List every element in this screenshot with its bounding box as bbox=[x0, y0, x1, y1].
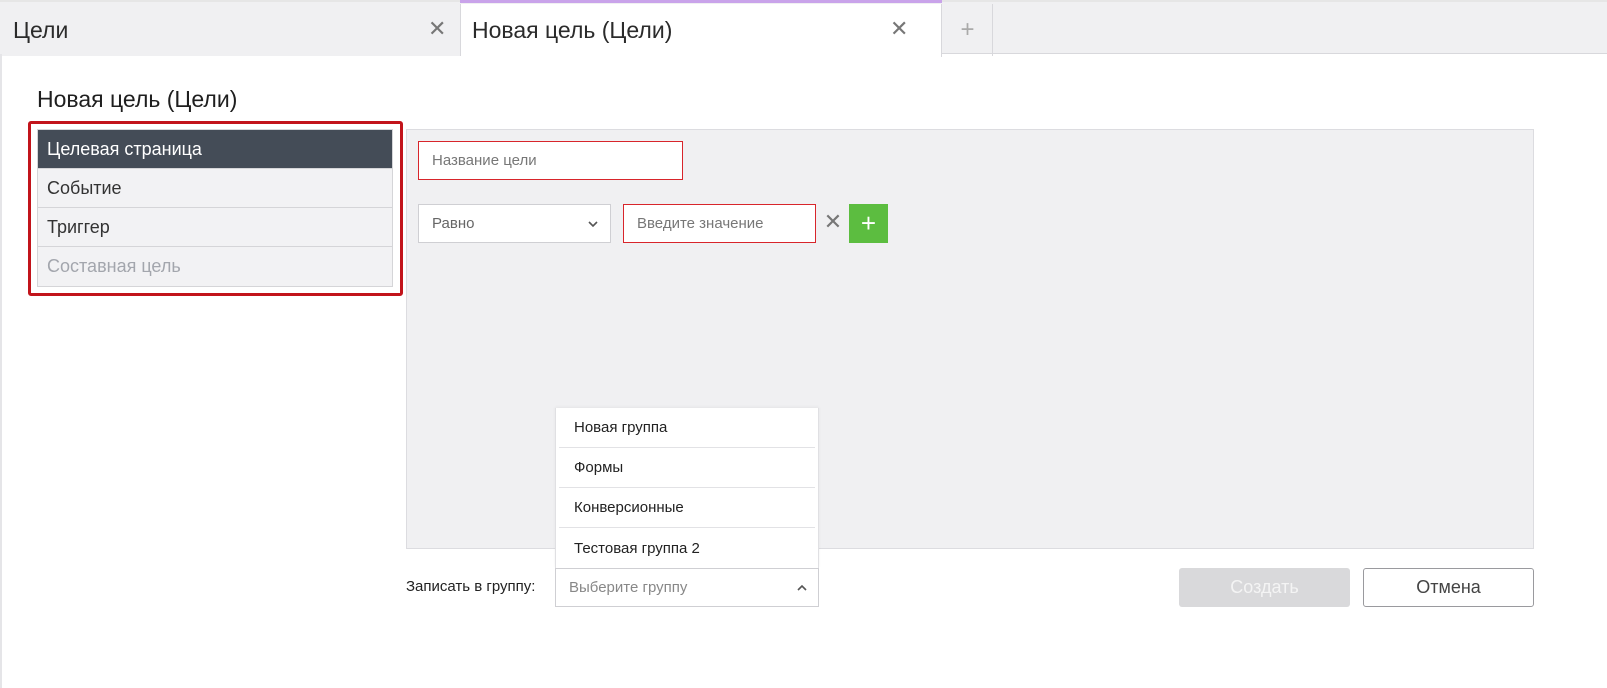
goal-type-list: Целевая страница Событие Триггер Составн… bbox=[37, 129, 393, 287]
condition-select[interactable]: Равно bbox=[418, 204, 611, 243]
group-label: Записать в группу: bbox=[406, 578, 536, 595]
value-input[interactable]: Введите значение bbox=[623, 204, 816, 243]
create-button[interactable]: Создать bbox=[1179, 568, 1350, 607]
divider bbox=[0, 54, 2, 688]
group-option[interactable]: Тестовая группа 2 bbox=[559, 528, 815, 568]
goal-type-event[interactable]: Событие bbox=[38, 169, 392, 208]
group-option[interactable]: Формы bbox=[559, 448, 815, 488]
close-icon[interactable]: ✕ bbox=[890, 18, 908, 40]
group-option[interactable]: Новая группа bbox=[559, 408, 815, 448]
tab-goals[interactable]: Цели ✕ bbox=[0, 4, 461, 56]
add-tab-icon[interactable]: + bbox=[943, 4, 993, 56]
page-title: Новая цель (Цели) bbox=[37, 86, 238, 112]
add-condition-button[interactable]: + bbox=[849, 204, 888, 243]
group-select[interactable]: Выберите группу bbox=[555, 568, 819, 607]
chevron-down-icon bbox=[588, 221, 598, 228]
goal-type-target-page[interactable]: Целевая страница bbox=[38, 130, 392, 169]
close-icon[interactable]: ✕ bbox=[428, 18, 446, 40]
clear-icon[interactable]: ✕ bbox=[823, 211, 843, 233]
goal-name-input[interactable]: Название цели bbox=[418, 141, 683, 180]
tab-goals-label: Цели bbox=[13, 16, 69, 43]
condition-select-value: Равно bbox=[432, 215, 475, 232]
cancel-button[interactable]: Отмена bbox=[1363, 568, 1534, 607]
tab-new-goal-label: Новая цель (Цели) bbox=[472, 17, 673, 43]
goal-type-trigger[interactable]: Триггер bbox=[38, 208, 392, 247]
goal-type-composite: Составная цель bbox=[38, 247, 392, 286]
tab-bar: Цели ✕ Новая цель (Цели) ✕ + bbox=[0, 0, 1607, 57]
group-select-placeholder: Выберите группу bbox=[569, 579, 688, 596]
group-dropdown-list: Новая группа Формы Конверсионные Тестова… bbox=[555, 408, 819, 568]
tab-new-goal[interactable]: Новая цель (Цели) ✕ bbox=[460, 0, 942, 57]
group-option[interactable]: Конверсионные bbox=[559, 488, 815, 528]
chevron-up-icon bbox=[797, 584, 807, 591]
